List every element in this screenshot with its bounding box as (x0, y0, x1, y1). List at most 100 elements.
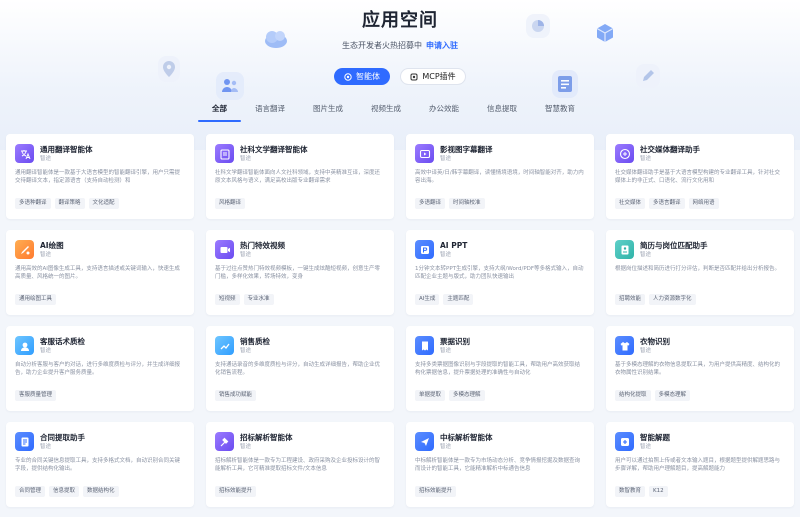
card-description: 社科文学翻译智能体面向人文社科领域，支持中英精准互译，深度还原文本风格与语义，满… (215, 170, 381, 184)
card-title: 简历与岗位匹配助手 (640, 240, 708, 250)
app-card[interactable]: 中标解析智能体 智途 中标解析智能体是一款专为市场动态分析、竞争情报挖掘及数据查… (406, 422, 594, 507)
card-tags: 销售成功赋能 (215, 390, 257, 401)
card-header: 通用翻译智能体 智途 (15, 144, 185, 163)
card-header: AI PPT 智途 (415, 240, 585, 259)
agent-toggle-label: 智能体 (356, 72, 380, 81)
tab-image-generation[interactable]: 图片生成 (299, 104, 357, 120)
card-heading: AI PPT 智途 (440, 241, 467, 259)
app-card[interactable]: 合同提取助手 智途 专业的合同关键信息提取工具，支持多格式文档，自动识别合同关键… (6, 422, 194, 507)
category-tabs: 全部 语言翻译 图片生成 视频生成 办公效能 信息提取 智慧教育 (198, 104, 589, 122)
card-tags: 招标效能提升 (415, 486, 457, 497)
card-heading: 社科文学翻译智能体 智途 (240, 145, 308, 163)
card-tags: 社交媒体 多语言翻译 网络用语 (615, 198, 719, 209)
bid-icon (215, 432, 234, 451)
app-card[interactable]: 简历与岗位匹配助手 智途 根据岗位描述和简历进行打分评估，判断是否匹配并给出分析… (606, 230, 794, 315)
tab-translation[interactable]: 语言翻译 (241, 104, 299, 120)
card-provider: 智途 (640, 347, 652, 354)
tag-chip: 单据提取 (415, 390, 446, 401)
card-header: AI绘图 智途 (15, 240, 185, 259)
app-card[interactable]: 社科文学翻译智能体 智途 社科文学翻译智能体面向人文社科领域，支持中英精准互译，… (206, 134, 394, 219)
tag-chip: 短视频 (215, 294, 240, 305)
tag-chip: 通用绘图工具 (15, 294, 57, 305)
app-card[interactable]: 销售质检 智途 支持通话录音的多维度质检与评分，自动生成详细报告，帮助企业优化销… (206, 326, 394, 411)
card-title: 社科文学翻译智能体 (240, 144, 308, 154)
card-tags: AI生成 主题匹配 (415, 294, 474, 305)
app-card[interactable]: AI绘图 智途 通用高效的AI图像生成工具，支持语言描述或关键词输入，快速生成高… (6, 230, 194, 315)
app-card[interactable]: 智能解题 智途 用户可以通过拍照上传或者文本输入题目，根据题型提供解题思路与步骤… (606, 422, 794, 507)
card-tags: 结构化提取 多模态理解 (615, 390, 691, 401)
mcp-toggle-label: MCP插件 (422, 72, 456, 81)
tag-chip: 多语种翻译 (15, 198, 51, 209)
contract-icon (15, 432, 34, 451)
recruit-banner: 生态开发者火热招募中 申请入驻 (0, 40, 800, 51)
tag-chip: 多语翻译 (415, 198, 446, 209)
card-heading: 合同提取助手 智途 (40, 433, 85, 451)
tab-video-generation[interactable]: 视频生成 (357, 104, 415, 120)
tag-chip: 销售成功赋能 (215, 390, 257, 401)
tag-chip: 人力资源数字化 (649, 294, 696, 305)
app-card[interactable]: 通用翻译智能体 智途 通用翻译智能体是一款基于大语言模型的智能翻译引擎，用户只需… (6, 134, 194, 219)
card-title: 热门特效视频 (240, 240, 285, 250)
app-card[interactable]: 客服话术质检 智途 自动分析客服与客户的对话，进行多维度质检与评分，并生成详细报… (6, 326, 194, 411)
tag-chip: 专业水准 (243, 294, 274, 305)
tag-chip: 主题匹配 (443, 294, 474, 305)
card-description: 支持通话录音的多维度质检与评分，自动生成详细报告，帮助企业优化销售流程。 (215, 362, 381, 376)
agent-icon (344, 72, 352, 81)
tag-chip: 招聘效能 (615, 294, 646, 305)
card-title: 中标解析智能体 (440, 432, 493, 442)
card-title: AI绘图 (40, 240, 64, 250)
card-provider: 智途 (640, 155, 652, 162)
card-description: 通用高效的AI图像生成工具，支持语言描述或关键词输入，快速生成高质量、风格统一的… (15, 266, 180, 280)
card-provider: 智途 (440, 155, 452, 162)
translate-icon (15, 144, 34, 163)
card-header: 票据识别 智途 (415, 336, 585, 355)
apply-link[interactable]: 申请入驻 (426, 41, 458, 50)
card-description: 1分钟文本转PPT生成引擎，支持大纲/Word/PDF等多格式输入，自动匹配企业… (415, 266, 584, 280)
card-description: 基于过往点赞热门特效视频模板，一键生成炫酷短视频，创意生产零门槛，多样化效果，转… (215, 266, 381, 280)
tag-chip: 数智教育 (615, 486, 646, 497)
card-header: 客服话术质检 智途 (15, 336, 185, 355)
card-title: 通用翻译智能体 (40, 144, 93, 154)
solve-icon (615, 432, 634, 451)
mcp-toggle-button[interactable]: MCP插件 (400, 68, 466, 85)
tag-chip: 结构化提取 (615, 390, 651, 401)
card-title: 合同提取助手 (40, 432, 85, 442)
tab-all[interactable]: 全部 (198, 104, 241, 122)
card-heading: 中标解析智能体 智途 (440, 433, 493, 451)
agent-toggle-button[interactable]: 智能体 (334, 68, 390, 85)
paint-icon (15, 240, 34, 259)
card-header: 社交媒体翻译助手 智途 (615, 144, 785, 163)
app-card[interactable]: 热门特效视频 智途 基于过往点赞热门特效视频模板，一键生成炫酷短视频，创意生产零… (206, 230, 394, 315)
app-card[interactable]: 影视图字幕翻译 智途 高效中译英/日/韩字幕翻译，读懂情境语境，时间轴智能对齐，… (406, 134, 594, 219)
card-provider: 智途 (40, 155, 52, 162)
app-card[interactable]: 衣物识别 智途 基于多模态理解的衣物信息提取工具，为用户提供高精度、结构化的衣物… (606, 326, 794, 411)
app-card[interactable]: 招标解析智能体 智途 招标解析智能体是一款专为工程建设、政府采购及企业投标设计的… (206, 422, 394, 507)
card-header: 中标解析智能体 智途 (415, 432, 585, 451)
social-icon (615, 144, 634, 163)
tab-info-extraction[interactable]: 信息提取 (473, 104, 531, 120)
receipt-icon (415, 336, 434, 355)
card-tags: 多语翻译 时间轴校准 (415, 198, 485, 209)
card-provider: 智途 (440, 347, 452, 354)
app-card[interactable]: 票据识别 智途 支持多类票据图像识别与字段提取的智能工具，帮助用户高效获取结构化… (406, 326, 594, 411)
card-title: 销售质检 (240, 336, 270, 346)
card-heading: 简历与岗位匹配助手 智途 (640, 241, 708, 259)
app-card[interactable]: AI PPT 智途 1分钟文本转PPT生成引擎，支持大纲/Word/PDF等多格… (406, 230, 594, 315)
app-card[interactable]: 社交媒体翻译助手 智途 社交媒体翻译助手是基于大语言模型构建的专业翻译工具，针对… (606, 134, 794, 219)
video-icon (215, 240, 234, 259)
card-heading: AI绘图 智途 (40, 241, 64, 259)
card-header: 衣物识别 智途 (615, 336, 785, 355)
card-description: 用户可以通过拍照上传或者文本输入题目，根据题型提供解题思路与步骤详解，帮助用户理… (615, 458, 781, 472)
tab-education[interactable]: 智慧教育 (531, 104, 589, 120)
card-header: 热门特效视频 智途 (215, 240, 385, 259)
card-heading: 衣物识别 智途 (640, 337, 670, 355)
tag-chip: AI生成 (415, 294, 440, 305)
card-description: 中标解析智能体是一款专为市场动态分析、竞争情报挖掘及数据查询而设计的智能工具，它… (415, 458, 581, 472)
card-header: 社科文学翻译智能体 智途 (215, 144, 385, 163)
users-icon (216, 72, 244, 100)
card-description: 基于多模态理解的衣物信息提取工具，为用户提供高精度、结构化的衣物属性识别结果。 (615, 362, 781, 376)
card-description: 支持多类票据图像识别与字段提取的智能工具，帮助用户高效获取结构化票据信息，提升票… (415, 362, 581, 376)
tab-office[interactable]: 办公效能 (415, 104, 473, 120)
pen-icon (636, 64, 660, 88)
card-provider: 智途 (240, 443, 252, 450)
